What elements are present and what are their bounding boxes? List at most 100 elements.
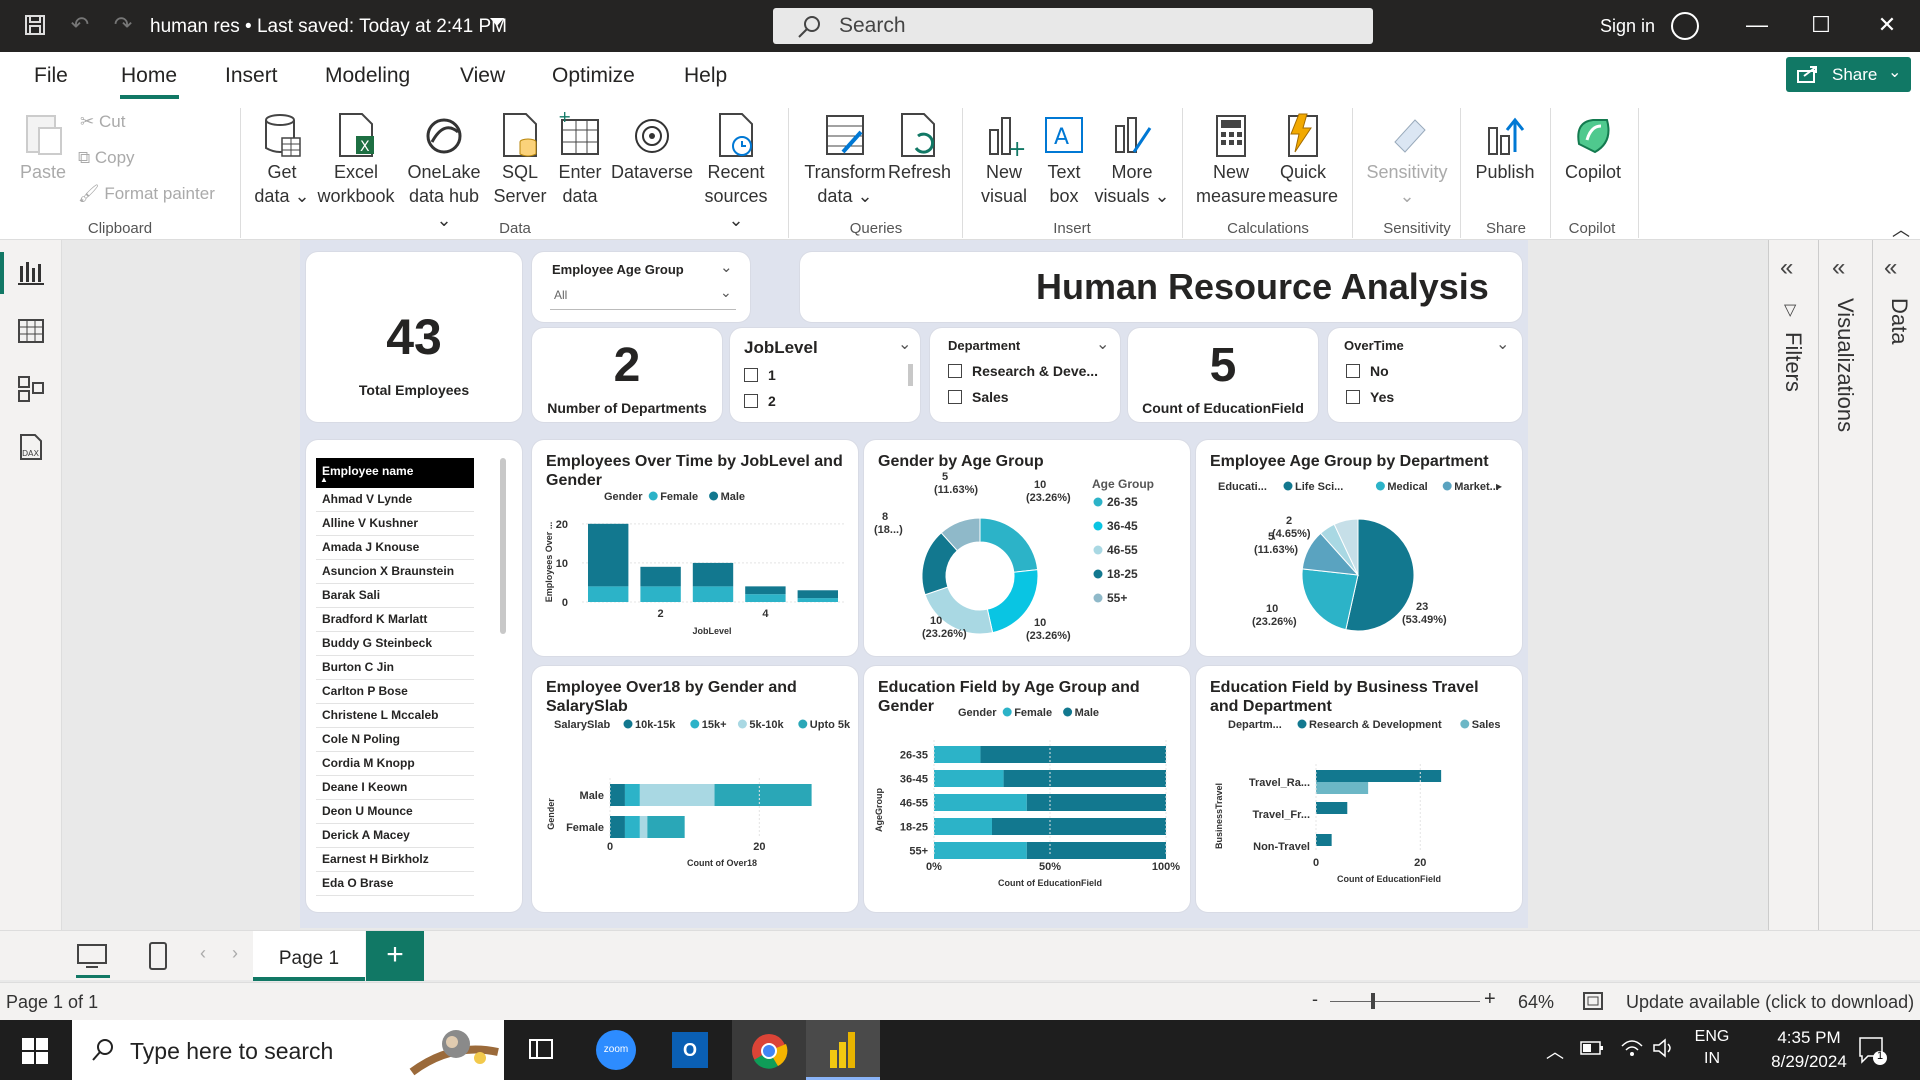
slicer-chevron-icon[interactable]: ⌄ [1096, 334, 1109, 354]
table-row[interactable]: Alline V Kushner [316, 512, 474, 536]
report-view-icon[interactable] [16, 258, 46, 288]
table-row[interactable]: Derick A Macey [316, 824, 474, 848]
expand-visualizations-icon[interactable]: « [1832, 254, 1845, 282]
previous-page-icon[interactable]: ‹ [200, 943, 206, 964]
table-row[interactable]: Bradford K Marlatt [316, 608, 474, 632]
model-view-icon[interactable] [16, 374, 46, 404]
show-hidden-icons-icon[interactable]: ︿ [1546, 1038, 1564, 1064]
taskbar-search-input[interactable]: Type here to search [72, 1020, 504, 1080]
volume-icon[interactable] [1652, 1038, 1676, 1063]
add-page-button[interactable]: + [366, 931, 424, 981]
get-data-button[interactable]: Get data ⌄ [252, 112, 312, 208]
minimize-button[interactable]: — [1742, 10, 1772, 40]
overtime-yes-checkbox[interactable] [1346, 390, 1360, 404]
joblevel-2-checkbox[interactable] [744, 394, 758, 408]
filters-pane-label[interactable]: Filters [1780, 332, 1806, 392]
copy-button[interactable]: ⧉ Copy [78, 148, 135, 168]
tab-view[interactable]: View [460, 64, 505, 88]
table-row[interactable]: Ahmad V Lynde [316, 488, 474, 512]
tab-insert[interactable]: Insert [225, 64, 278, 88]
language-indicator[interactable]: ENG IN [1692, 1028, 1732, 1068]
overtime-slicer[interactable]: OverTime ⌄ No Yes [1328, 328, 1522, 422]
expand-data-icon[interactable]: « [1884, 254, 1897, 282]
title-dropdown-icon[interactable] [490, 18, 504, 26]
table-row[interactable]: Carlton P Bose [316, 680, 474, 704]
wifi-icon[interactable] [1620, 1038, 1644, 1063]
publish-button[interactable]: Publish [1472, 112, 1538, 184]
recent-sources-button[interactable]: Recent sources ⌄ [696, 112, 776, 232]
zoom-app-icon[interactable]: zoom [596, 1030, 636, 1070]
gender-by-age-group-chart[interactable]: Gender by Age Group Age Group 26-35 36-45 4… [864, 440, 1190, 656]
table-view-icon[interactable] [16, 316, 46, 346]
notifications-icon[interactable]: 1 [1856, 1036, 1890, 1071]
education-by-travel-chart[interactable]: Education Field by Business Travel and D… [1196, 666, 1522, 912]
chrome-app-button[interactable] [732, 1020, 806, 1080]
table-row[interactable]: Deane I Keown [316, 776, 474, 800]
close-button[interactable]: ✕ [1872, 10, 1902, 40]
table-scrollbar[interactable] [500, 458, 506, 634]
zoom-level[interactable]: 64% [1518, 992, 1554, 1013]
slicer-menu-chevron-icon[interactable]: ⌄ [720, 258, 733, 276]
zoom-in-button[interactable]: + [1484, 988, 1496, 1011]
quick-measure-button[interactable]: Quick measure [1268, 112, 1338, 208]
next-page-icon[interactable]: › [232, 943, 238, 964]
onelake-button[interactable]: OneLake data hub ⌄ [400, 112, 488, 232]
departments-card[interactable]: 2 Number of Departments [532, 328, 722, 422]
transform-data-button[interactable]: Transform data ⌄ [800, 112, 890, 208]
joblevel-slicer[interactable]: JobLevel ⌄ 1 2 [730, 328, 920, 422]
scrollbar[interactable] [908, 364, 913, 386]
outlook-app-icon[interactable]: O [672, 1032, 708, 1068]
visualizations-pane-label[interactable]: Visualizations [1832, 298, 1858, 432]
employee-name-header[interactable]: Employee name ▲ [316, 458, 474, 488]
zoom-slider[interactable] [1330, 1001, 1480, 1002]
sql-server-button[interactable]: SQL Server [490, 112, 550, 208]
data-pane-label[interactable]: Data [1886, 298, 1912, 344]
zoom-slider-thumb[interactable] [1371, 993, 1375, 1009]
search-input[interactable]: Search [773, 8, 1373, 44]
tab-optimize[interactable]: Optimize [552, 64, 635, 88]
table-row[interactable]: Barak Sali [316, 584, 474, 608]
copilot-button[interactable]: Copilot [1560, 112, 1626, 184]
mobile-layout-icon[interactable] [148, 941, 168, 976]
dataverse-button[interactable]: Dataverse [610, 112, 694, 184]
tab-file[interactable]: File [34, 64, 68, 88]
tab-modeling[interactable]: Modeling [325, 64, 410, 88]
share-button[interactable]: Share ⌄ [1786, 57, 1911, 92]
clock[interactable]: 4:35 PM 8/29/2024 [1754, 1028, 1864, 1072]
age-group-slicer[interactable]: Employee Age Group ⌄ All ⌄ [532, 252, 750, 322]
redo-icon[interactable]: ↷ [110, 12, 136, 38]
new-visual-button[interactable]: + New visual [976, 112, 1032, 208]
slicer-chevron-icon[interactable]: ⌄ [1496, 334, 1509, 354]
powerbi-app-button[interactable] [806, 1020, 880, 1080]
tab-home[interactable]: Home [121, 64, 177, 88]
table-row[interactable]: Eda O Brase [316, 872, 474, 896]
collapse-ribbon-icon[interactable]: ︿ [1892, 216, 1910, 242]
table-row[interactable]: Cordia M Knopp [316, 752, 474, 776]
expand-filters-icon[interactable]: « [1780, 254, 1793, 282]
over18-by-gender-chart[interactable]: Employee Over18 by Gender and SalarySlab… [532, 666, 858, 912]
sensitivity-button[interactable]: Sensitivity ⌄ [1362, 112, 1452, 208]
excel-workbook-button[interactable]: X Excel workbook [312, 112, 400, 208]
windows-start-icon[interactable] [22, 1038, 48, 1069]
age-group-dropdown[interactable]: All ⌄ [550, 284, 736, 310]
task-view-icon[interactable] [528, 1038, 554, 1067]
enter-data-button[interactable]: + Enter data [552, 107, 608, 208]
department-rd-checkbox[interactable] [948, 364, 962, 378]
age-group-by-department-chart[interactable]: Employee Age Group by Department Educati… [1196, 440, 1522, 656]
employee-name-table[interactable]: Employee name ▲ Ahmad V Lynde Alline V Ku… [306, 440, 522, 912]
education-by-age-gender-chart[interactable]: Education Field by Age Group and Gender … [864, 666, 1190, 912]
battery-icon[interactable] [1580, 1040, 1604, 1061]
table-row[interactable]: Deon U Mounce [316, 800, 474, 824]
table-row[interactable]: Asuncion X Braunstein [316, 560, 474, 584]
education-count-card[interactable]: 5 Count of EducationField [1128, 328, 1318, 422]
paste-button[interactable]: Paste [18, 110, 68, 184]
more-visuals-button[interactable]: More visuals ⌄ [1094, 112, 1170, 208]
page-1-tab[interactable]: Page 1 [253, 931, 365, 981]
format-painter-button[interactable]: 🖌 Format painter [78, 184, 215, 204]
table-row[interactable]: Christene L Mccaleb [316, 704, 474, 728]
table-row[interactable]: Amada J Knouse [316, 536, 474, 560]
overtime-no-checkbox[interactable] [1346, 364, 1360, 378]
joblevel-1-checkbox[interactable] [744, 368, 758, 382]
slicer-chevron-icon[interactable]: ⌄ [898, 334, 911, 354]
table-row[interactable]: Earnest H Birkholz [316, 848, 474, 872]
